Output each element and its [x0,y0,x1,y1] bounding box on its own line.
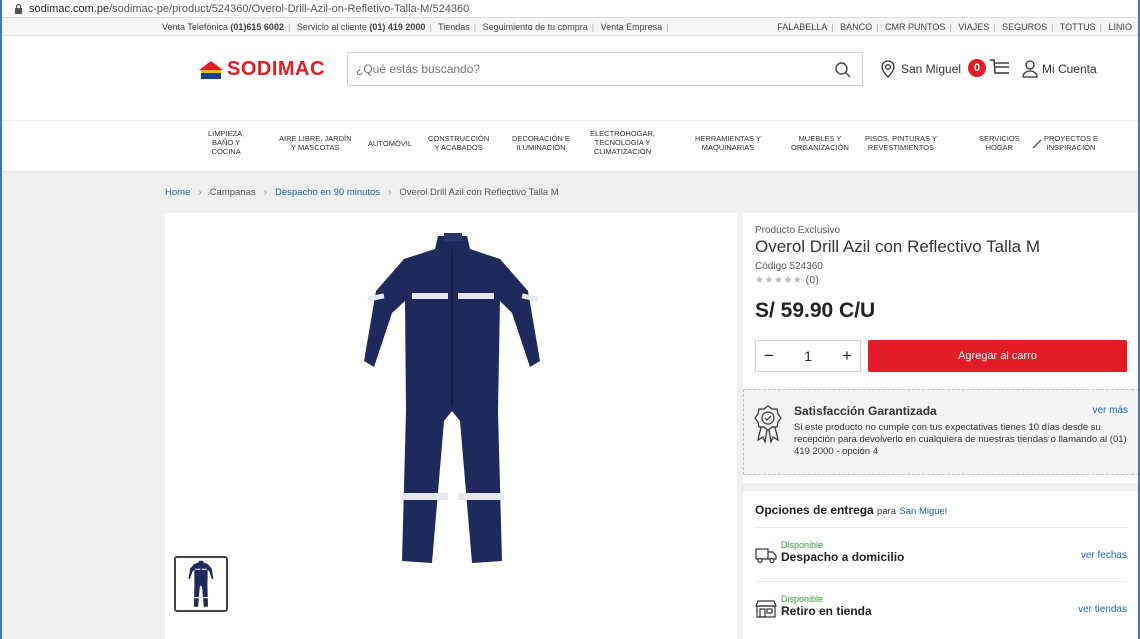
nav-automovil[interactable]: AUTOMÓVIL [368,139,412,148]
chevron-right-icon: › [388,187,392,198]
delivery-option-home: Disponible Despacho a domicilio ver fech… [755,527,1127,573]
satisfaction-text: Si este producto no cumple con tus expec… [794,422,1127,457]
url-path: /sodimac-pe/product/524360/Overol-Drill-… [109,2,470,15]
breadcrumb-current: Overol Drill Azil con Reflectivo Talla M [399,187,559,198]
nav-herramientas[interactable]: HERRAMIENTAS Y MAQUINARIAS [695,134,761,152]
nav-servicios[interactable]: SERVICIOS HOGAR [979,134,1020,152]
search-input[interactable] [356,62,826,76]
nav-decoracion[interactable]: DECORACIÓN E ILUMINACIÓN [512,134,570,152]
sodimac-logo[interactable]: SODIMAC [198,58,325,81]
search-box [347,52,863,86]
brand-banco[interactable]: BANCO [840,22,872,32]
lock-icon [15,3,22,14]
product-info-panel: Producto Exclusivo Overol Drill Azil con… [743,213,1138,639]
star-icons: ★★★★★ [755,275,803,286]
location-label: San Miguel [901,62,962,76]
delivery-city-link[interactable]: San Miguel [899,506,947,517]
nav-aire-libre[interactable]: AIRE LIBRE, JARDÍN Y MASCOTAS [279,134,352,152]
satisfaction-box: Satisfacción Garantizada ver más Si este… [743,389,1138,475]
decrease-qty-button[interactable]: − [764,346,774,366]
tiendas-link[interactable]: Tiendas [438,22,470,32]
pencil-icon [1032,139,1042,149]
venta-empresa-link[interactable]: Venta Empresa [601,22,663,32]
increase-qty-button[interactable]: + [842,346,852,366]
chevron-right-icon: › [263,187,267,198]
store-icon [755,600,777,618]
availability-status: Disponible [781,594,824,604]
chevron-right-icon: › [198,187,202,198]
brand-falabella[interactable]: FALABELLA [777,22,827,32]
cart-button[interactable]: 0 [968,58,1011,78]
cart-count-badge: 0 [968,59,986,77]
delivery-options-title: Opciones de entrega para San Miguel [755,503,947,517]
ver-fechas-link[interactable]: ver fechas [1081,550,1127,561]
add-to-cart-button[interactable]: Agregar al carro [868,340,1127,372]
venta-telefonica[interactable]: Venta Telefónica (01)615 6002 [162,22,284,32]
delivery-option-name: Despacho a domicilio [781,550,905,564]
nav-construccion[interactable]: CONSTRUCCIÓN Y ACABADOS [428,134,489,152]
satisfaction-title: Satisfacción Garantizada [794,404,937,418]
product-gallery [165,213,737,639]
truck-icon [755,548,777,564]
product-title: Overol Drill Azil con Reflectivo Talla M [755,237,1040,256]
url-domain: sodimac.com.pe [29,2,110,15]
brand-seguros[interactable]: SEGUROS [1002,22,1047,32]
site-header: SODIMAC San Miguel 0 [2,36,1138,120]
nav-proyectos[interactable]: PROYECTOS E INSPIRACIÓN [1044,134,1098,152]
browser-viewport: sodimac.com.pe /sodimac-pe/product/52436… [2,0,1138,639]
quantity-value[interactable]: 1 [804,348,812,364]
brand-tottus[interactable]: TOTTUS [1060,22,1096,32]
cart-icon [990,59,1009,74]
brand-links: FALABELLA | BANCO | CMR PUNTOS | VIAJES | SE… [777,21,1132,32]
product-image-overall[interactable] [360,231,545,571]
address-bar[interactable]: sodimac.com.pe /sodimac-pe/product/52436… [2,0,1138,18]
utility-links-left: Venta Telefónica (01)615 6002 | Servicio … [162,21,669,32]
product-price: S/ 59.90 C/U [755,299,876,322]
logo-wordmark: SODIMAC [227,58,325,80]
nav-limpieza[interactable]: LIMPIEZA, BAÑO Y COCINA [208,129,244,156]
location-pin-icon [881,60,895,78]
review-count: (0) [805,275,820,286]
breadcrumb-despacho[interactable]: Despacho en 90 minutos [275,187,380,198]
badge-check-icon [754,405,782,444]
utility-bar: Venta Telefónica (01)615 6002 | Servicio … [2,18,1138,36]
availability-status: Disponible [781,540,824,550]
section-divider [743,483,1138,491]
ver-tiendas-link[interactable]: ver tiendas [1078,604,1127,615]
product-thumbnail[interactable] [174,556,228,612]
thumbnail-image [188,560,214,607]
nav-electrohogar[interactable]: ELECTROHOGAR, TECNOLOGÍA Y CLIMATIZACIÓN [590,129,655,156]
house-logo-icon [199,60,223,79]
brand-cmr[interactable]: CMR PUNTOS [885,22,945,32]
search-icon[interactable] [834,61,852,79]
breadcrumb-home[interactable]: Home [165,187,190,198]
category-nav: LIMPIEZA, BAÑO Y COCINA AIRE LIBRE, JARDÍN… [2,120,1138,172]
quantity-stepper: − 1 + [755,340,861,372]
delivery-option-store: Disponible Retiro en tienda ver tiendas [755,581,1127,627]
account-menu[interactable]: Mi Cuenta [1022,60,1097,78]
rating-stars[interactable]: ★★★★★ (0) [755,275,819,286]
nav-pisos[interactable]: PISOS, PINTURAS Y REVESTIMIENTOS [865,134,937,152]
product-code: Código 524360 [755,261,823,272]
servicio-cliente[interactable]: Servicio al cliente (01) 419 2000 [297,22,426,32]
delivery-option-name: Retiro en tienda [781,604,872,618]
brand-viajes[interactable]: VIAJES [958,22,989,32]
breadcrumb: Home › Campanas › Despacho en 90 minutos… [165,187,559,198]
breadcrumb-campanas[interactable]: Campanas [210,187,256,198]
seguimiento-link[interactable]: Seguimiento de tu compra [483,22,588,32]
account-label: Mi Cuenta [1042,62,1097,76]
user-icon [1022,60,1038,78]
location-selector[interactable]: San Miguel [880,60,961,78]
ver-mas-link[interactable]: ver más [1092,405,1128,416]
exclusive-label: Producto Exclusivo [755,225,841,236]
nav-muebles[interactable]: MUEBLES Y ORGANIZACIÓN [791,134,849,152]
brand-linio[interactable]: LINIO [1108,22,1132,32]
